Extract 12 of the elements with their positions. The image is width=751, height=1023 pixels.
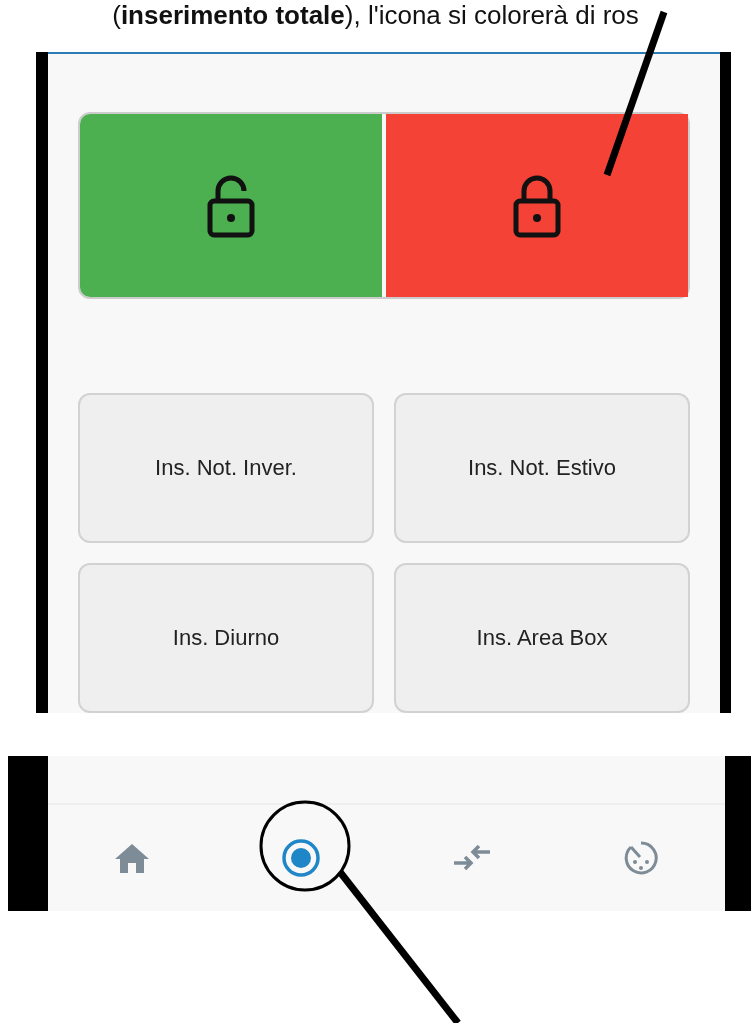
lock-segment[interactable] (386, 114, 688, 297)
mode-button[interactable]: Ins. Not. Inver. (78, 393, 374, 543)
unlock-segment[interactable] (80, 114, 382, 297)
mode-button[interactable]: Ins. Diurno (78, 563, 374, 713)
radio-target-icon (280, 838, 321, 878)
home-icon (113, 842, 150, 874)
caption-text: (inserimento totale), l'icona si colorerà di ros (111, 0, 640, 32)
arrows-icon (452, 845, 493, 871)
mode-button[interactable]: Ins. Area Box (394, 563, 690, 713)
gauge-icon (623, 840, 660, 876)
lock-toggle[interactable] (78, 112, 690, 299)
mode-button[interactable]: Ins. Not. Estivo (394, 393, 690, 543)
